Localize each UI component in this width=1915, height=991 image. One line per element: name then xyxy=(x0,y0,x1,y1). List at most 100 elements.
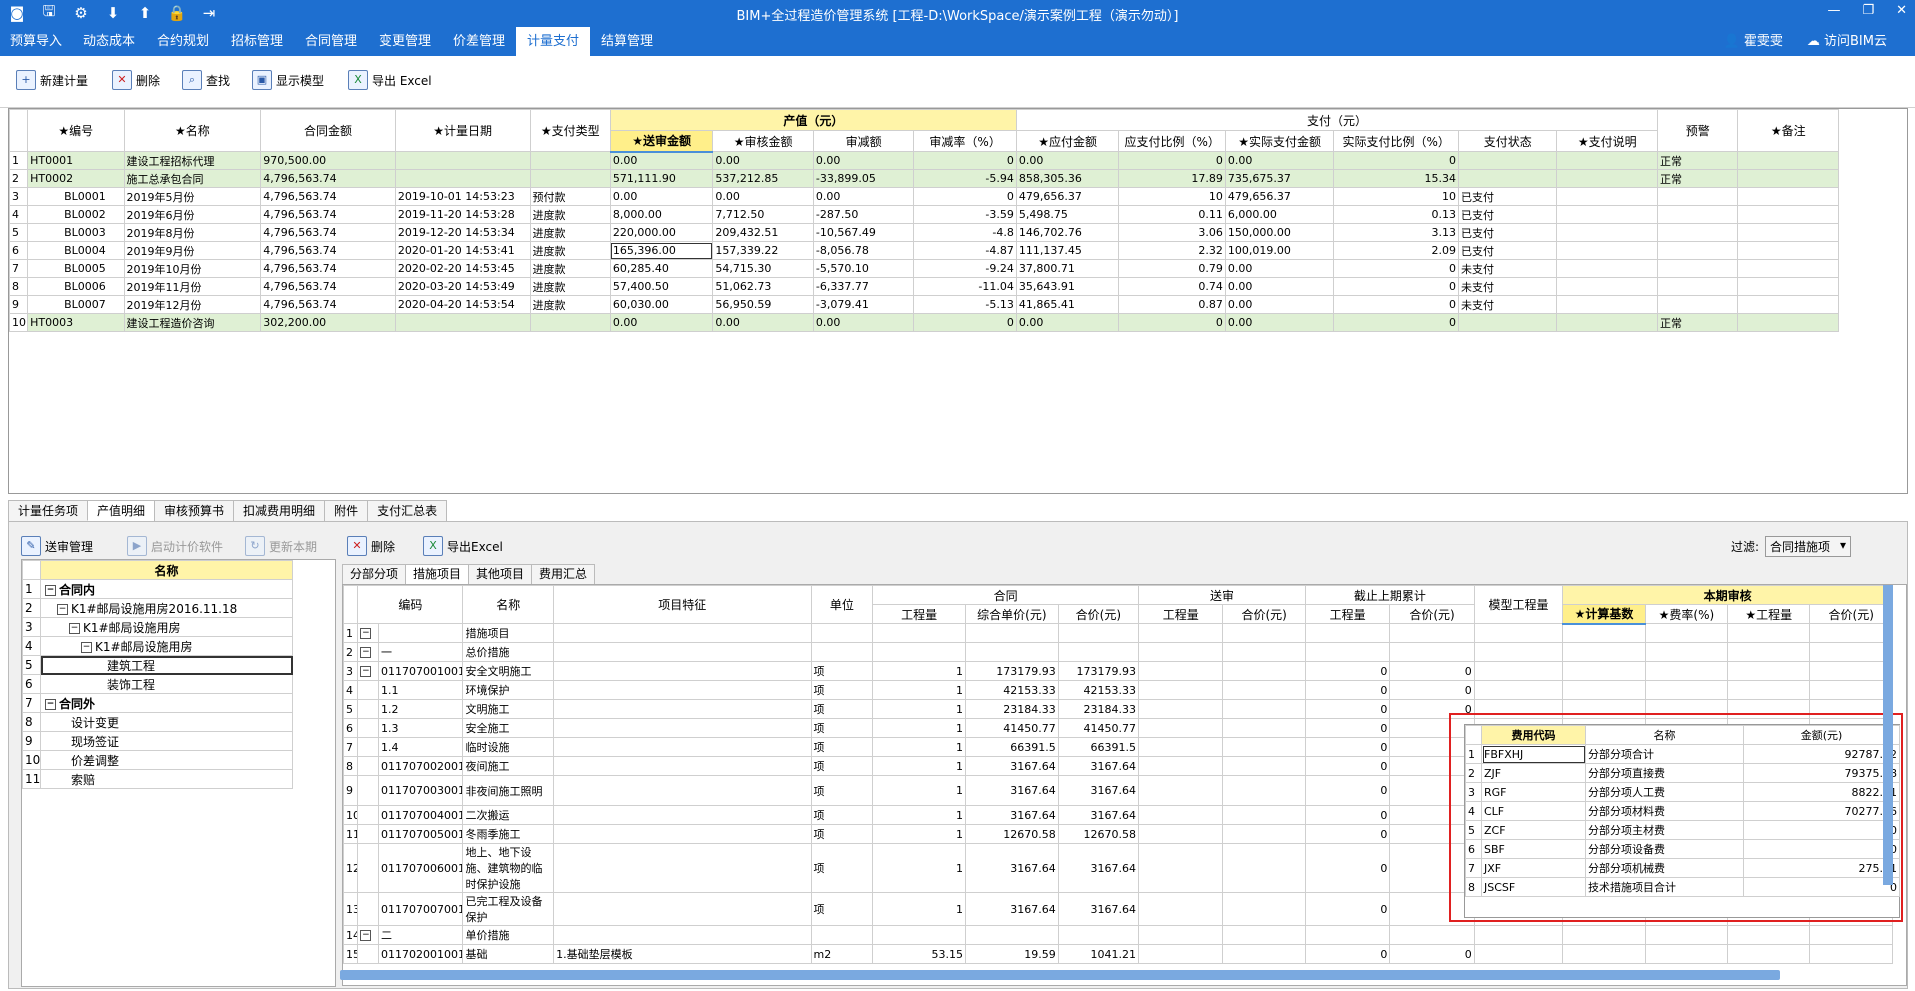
table-cell[interactable] xyxy=(1737,259,1839,278)
table-cell[interactable]: -9.24 xyxy=(913,259,1017,278)
table-row[interactable]: 3 BL0001 2019年5月份 4,796,563.74 2019-10-01 14… xyxy=(9,187,1839,206)
table-cell[interactable]: 3167.64 xyxy=(1057,805,1140,825)
table-cell[interactable] xyxy=(1657,277,1739,296)
table-cell[interactable]: 10 xyxy=(1118,187,1226,206)
table-cell[interactable]: 建设工程招标代理 xyxy=(123,151,262,170)
popup-row[interactable]: 3 RGF 分部分项人工费 8822.91 xyxy=(1465,782,1900,802)
table-cell[interactable] xyxy=(1727,680,1811,700)
col-name[interactable]: ★名称 xyxy=(123,109,262,152)
table-cell[interactable]: 011707006001 xyxy=(377,843,464,893)
popup-cell[interactable]: 8822.91 xyxy=(1743,782,1900,802)
table-cell[interactable] xyxy=(1222,623,1306,643)
table-cell[interactable] xyxy=(1473,699,1564,719)
table-cell[interactable]: 3167.64 xyxy=(965,756,1059,776)
table-cell[interactable]: -5,570.10 xyxy=(812,259,915,278)
table-cell[interactable]: 进度款 xyxy=(529,223,611,242)
table-cell[interactable] xyxy=(1473,642,1564,662)
popup-cell[interactable]: CLF xyxy=(1481,801,1586,821)
table-cell[interactable] xyxy=(1138,775,1224,806)
user-menu[interactable]: 👤 霍雯雯 xyxy=(1724,27,1783,56)
table-cell[interactable]: 2020-02-20 14:53:45 xyxy=(394,259,531,278)
table-cell[interactable]: 2.09 xyxy=(1333,241,1460,260)
table-cell[interactable]: 011707001001 xyxy=(377,661,464,681)
tree-node[interactable]: − 合同外 xyxy=(40,693,293,713)
table-cell[interactable] xyxy=(553,699,812,719)
table-cell[interactable] xyxy=(1657,187,1739,206)
table-cell[interactable]: 1.1 xyxy=(377,680,464,700)
table-cell[interactable]: 0.00 xyxy=(712,151,814,170)
table-cell[interactable]: 858,305.36 xyxy=(1015,169,1120,188)
table-cell[interactable] xyxy=(1138,843,1224,893)
table-cell[interactable] xyxy=(1222,775,1306,806)
table-cell[interactable]: 23184.33 xyxy=(1057,699,1140,719)
table-cell[interactable]: 23184.33 xyxy=(965,699,1059,719)
col-pay-type[interactable]: ★支付类型 xyxy=(529,109,611,152)
expand-cell[interactable] xyxy=(357,756,379,776)
table-cell[interactable]: 0 xyxy=(1304,775,1391,806)
tab-settlement[interactable]: 结算管理 xyxy=(590,27,664,56)
table-cell[interactable]: 2019年12月份 xyxy=(123,295,262,314)
table-cell[interactable] xyxy=(965,623,1059,643)
tab-measure-pay[interactable]: 计量支付 xyxy=(516,27,590,56)
table-cell[interactable]: 项 xyxy=(810,824,874,844)
table-cell[interactable] xyxy=(529,151,611,170)
table-cell[interactable] xyxy=(1737,223,1839,242)
popup-cell[interactable]: 0 xyxy=(1743,839,1900,859)
table-cell[interactable]: 0.00 xyxy=(712,313,814,332)
table-cell[interactable] xyxy=(1809,944,1893,964)
table-cell[interactable] xyxy=(1644,680,1729,700)
table-cell[interactable] xyxy=(1644,661,1729,681)
popup-row[interactable]: 2 ZJF 分部分项直接费 79375.98 xyxy=(1465,763,1900,783)
table-cell[interactable]: -5.94 xyxy=(913,169,1017,188)
table-cell[interactable] xyxy=(1737,313,1839,332)
table-cell[interactable]: 1 xyxy=(872,775,967,806)
table-cell[interactable]: 0.00 xyxy=(1224,277,1335,296)
table-cell[interactable]: 项 xyxy=(810,892,874,926)
table-cell[interactable]: 4,796,563.74 xyxy=(260,277,396,296)
table-cell[interactable] xyxy=(553,737,812,757)
expand-cell[interactable] xyxy=(357,805,379,825)
table-cell[interactable]: 0.00 xyxy=(1015,313,1120,332)
table-cell[interactable]: 安全施工 xyxy=(462,718,555,738)
table-cell[interactable] xyxy=(1737,151,1839,170)
expand-cell[interactable]: − xyxy=(357,925,379,945)
collapse-icon[interactable]: − xyxy=(45,584,56,596)
table-cell[interactable]: 正常 xyxy=(1657,169,1739,188)
table-cell[interactable] xyxy=(553,718,812,738)
popup-cell[interactable]: 92787.72 xyxy=(1743,744,1900,764)
table-cell[interactable]: 1 xyxy=(872,699,967,719)
table-cell[interactable]: 0.00 xyxy=(1224,151,1335,170)
table-cell[interactable]: -6,337.77 xyxy=(812,277,915,296)
collapse-icon[interactable]: − xyxy=(360,930,372,941)
table-cell[interactable]: 011707003001 xyxy=(377,775,464,806)
table-cell[interactable]: 3167.64 xyxy=(965,775,1059,806)
col-actual-paid[interactable]: ★实际支付金额 xyxy=(1224,130,1335,152)
table-cell[interactable] xyxy=(1657,259,1739,278)
col2-calc-base[interactable]: ★计算基数 xyxy=(1562,604,1646,625)
table-cell[interactable]: 157,339.22 xyxy=(712,241,814,260)
table-cell[interactable]: 进度款 xyxy=(529,295,611,314)
expand-cell[interactable]: − xyxy=(357,661,379,681)
col2-total[interactable]: 合价(元) xyxy=(1057,604,1140,624)
tab-audit-budget[interactable]: 审核预算书 xyxy=(154,500,235,521)
table-cell[interactable]: 0 xyxy=(1389,718,1475,738)
table-cell[interactable] xyxy=(1138,805,1224,825)
table-row[interactable]: 1− 措施项目 xyxy=(343,623,1893,643)
tab-contract[interactable]: 合同管理 xyxy=(294,27,368,56)
tree-node[interactable]: 索赔 xyxy=(40,769,293,789)
tab-budget-import[interactable]: 预算导入 xyxy=(0,27,72,56)
tab-price-diff[interactable]: 价差管理 xyxy=(442,27,516,56)
table-cell[interactable] xyxy=(553,925,812,945)
table-cell[interactable] xyxy=(1727,642,1811,662)
table-row[interactable]: 7 BL0005 2019年10月份 4,796,563.74 2020-02-20 1… xyxy=(9,259,1839,278)
table-cell[interactable] xyxy=(1556,169,1659,188)
table-cell[interactable]: 17.89 xyxy=(1118,169,1226,188)
expand-cell[interactable] xyxy=(357,775,379,806)
table-cell[interactable]: 2020-04-20 14:53:54 xyxy=(394,295,531,314)
table-cell[interactable] xyxy=(1727,623,1811,643)
table-cell[interactable]: 0.00 xyxy=(609,313,714,332)
table-cell[interactable]: 已支付 xyxy=(1458,187,1558,206)
col2-submit-qty[interactable]: 工程量 xyxy=(1138,604,1224,624)
table-cell[interactable]: 479,656.37 xyxy=(1015,187,1120,206)
tree-row[interactable]: 3− K1#邮局设施用房 xyxy=(22,617,293,637)
